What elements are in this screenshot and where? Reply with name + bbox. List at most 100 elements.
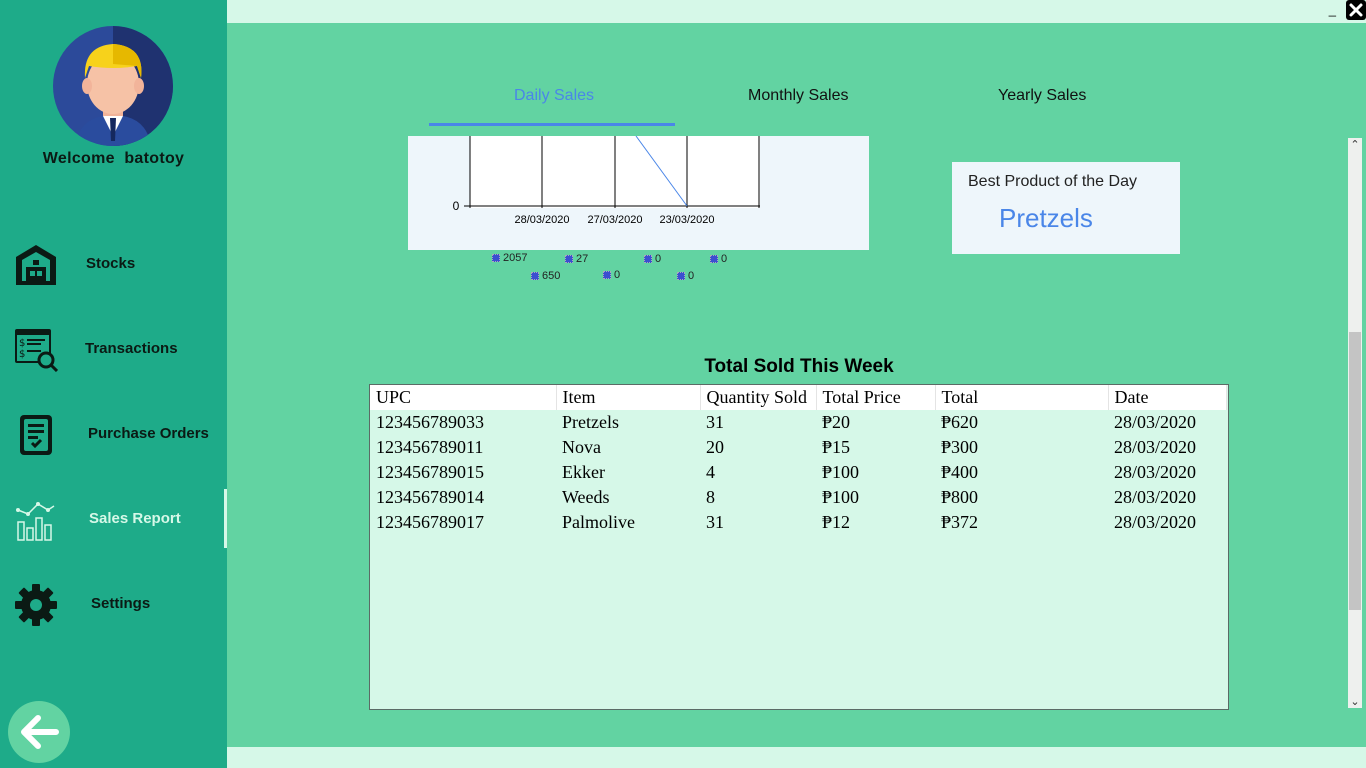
receipt-search-icon: $ $ — [15, 329, 58, 372]
tab-yearly-sales[interactable]: Yearly Sales — [998, 87, 1086, 105]
legend-item: 0 — [644, 253, 661, 265]
chart-plot: 0 28/03/2020 27/03/2020 23/03/2020 — [453, 135, 760, 226]
sidebar-item-label: Transactions — [85, 340, 178, 357]
legend-swatch — [531, 272, 539, 281]
minimize-button[interactable]: _ — [1329, 2, 1336, 17]
legend-swatch — [644, 255, 652, 264]
cell-date: 28/03/2020 — [1114, 512, 1197, 532]
column-header-quantity-sold[interactable]: Quantity Sold — [700, 385, 817, 410]
gear-icon — [15, 584, 57, 626]
cell-item: Pretzels — [562, 412, 619, 432]
arrow-left-icon — [21, 715, 59, 749]
vertical-scrollbar[interactable]: ⌃ ⌄ — [1348, 138, 1362, 708]
sidebar-item-label: Purchase Orders — [88, 425, 209, 442]
warehouse-icon — [16, 245, 56, 285]
scroll-down-icon[interactable]: ⌄ — [1348, 695, 1362, 708]
cell-price: ₱100 — [822, 462, 860, 482]
user-avatar-icon — [75, 26, 173, 146]
tab-daily-sales[interactable]: Daily Sales — [514, 87, 594, 105]
status-bar — [227, 747, 1366, 768]
legend-swatch — [565, 255, 573, 264]
welcome-text: Welcome batotoy — [0, 150, 227, 168]
sidebar: Welcome batotoy Stocks $ $ Transactions — [0, 0, 227, 768]
column-header-upc[interactable]: UPC — [370, 385, 557, 410]
sidebar-item-label: Sales Report — [89, 510, 181, 527]
x-tick-label: 27/03/2020 — [587, 214, 642, 226]
y-tick-label: 0 — [453, 199, 460, 213]
legend-swatch — [603, 271, 611, 280]
cell-quantity: 8 — [706, 487, 715, 507]
avatar — [53, 26, 173, 146]
x-tick-label: 28/03/2020 — [514, 214, 569, 226]
sidebar-item-label: Settings — [91, 595, 151, 612]
cell-date: 28/03/2020 — [1114, 487, 1197, 507]
sidebar-item-sales-report[interactable]: Sales Report — [0, 484, 227, 554]
legend-label: 0 — [721, 253, 728, 265]
daily-sales-chart: 0 28/03/2020 27/03/2020 23/03/2020 — [408, 135, 869, 250]
table-header-row: UPC Item Quantity Sold Total Price Total… — [370, 385, 1227, 410]
legend-swatch — [492, 254, 500, 263]
column-header-total[interactable]: Total — [935, 385, 1109, 410]
title-bar: _ — [227, 0, 1366, 23]
best-product-value: Pretzels — [999, 203, 1093, 233]
tab-monthly-sales[interactable]: Monthly Sales — [748, 87, 849, 105]
legend-swatch — [710, 255, 718, 264]
cell-price: ₱12 — [822, 512, 851, 532]
cell-item: Palmolive — [562, 512, 635, 532]
legend-label: 0 — [655, 253, 662, 265]
legend-item: 2057 — [492, 252, 527, 264]
cell-upc: 123456789017 — [376, 512, 484, 532]
cell-upc: 123456789011 — [376, 437, 484, 457]
table-row[interactable]: 123456789033 Pretzels 31 ₱20 ₱620 28/03/… — [370, 410, 1226, 435]
back-button[interactable] — [8, 701, 70, 763]
cell-upc: 123456789033 — [376, 412, 484, 432]
sidebar-item-label: Stocks — [86, 255, 136, 272]
cell-item: Nova — [562, 437, 601, 457]
cell-total: ₱400 — [941, 462, 979, 482]
cell-quantity: 31 — [706, 412, 724, 432]
cell-item: Weeds — [562, 487, 610, 507]
cell-price: ₱15 — [822, 437, 851, 457]
legend-item: 650 — [531, 270, 560, 282]
table-row[interactable]: 123456789015 Ekker 4 ₱100 ₱400 28/03/202… — [370, 460, 1226, 485]
column-header-total-price[interactable]: Total Price — [816, 385, 936, 410]
column-header-item[interactable]: Item — [556, 385, 701, 410]
table-row[interactable]: 123456789017 Palmolive 31 ₱12 ₱372 28/03… — [370, 510, 1226, 535]
table-title: Total Sold This Week — [704, 356, 894, 377]
cell-item: Ekker — [562, 462, 605, 482]
sales-table-grid: UPC Item Quantity Sold Total Price Total… — [370, 385, 1227, 535]
legend-label: 0 — [688, 270, 695, 282]
welcome-prefix: Welcome — [42, 150, 115, 167]
clipboard-check-icon — [20, 415, 52, 455]
legend-label: 650 — [542, 270, 561, 282]
scrollbar-thumb[interactable] — [1349, 332, 1361, 610]
main-panel: Daily Sales Monthly Sales Yearly Sales 0… — [227, 23, 1366, 747]
sidebar-item-stocks[interactable]: Stocks — [0, 229, 227, 299]
x-tick-label: 23/03/2020 — [659, 214, 714, 226]
cell-quantity: 4 — [706, 462, 715, 482]
cell-price: ₱20 — [822, 412, 851, 432]
legend-item: 0 — [710, 253, 727, 265]
cell-total: ₱800 — [941, 487, 979, 507]
cell-total: ₱300 — [941, 437, 979, 457]
bar-line-chart-icon — [16, 502, 55, 541]
legend-item: 0 — [677, 270, 694, 282]
sidebar-item-settings[interactable]: Settings — [0, 569, 227, 639]
sidebar-item-transactions[interactable]: $ $ Transactions — [0, 314, 227, 384]
cell-date: 28/03/2020 — [1114, 412, 1197, 432]
sidebar-item-purchase-orders[interactable]: Purchase Orders — [0, 399, 227, 469]
close-button[interactable] — [1346, 0, 1366, 20]
cell-upc: 123456789015 — [376, 462, 484, 482]
username: batotoy — [124, 150, 185, 167]
sales-table[interactable]: UPC Item Quantity Sold Total Price Total… — [369, 384, 1229, 710]
svg-text:$: $ — [19, 349, 25, 360]
table-row[interactable]: 123456789011 Nova 20 ₱15 ₱300 28/03/2020 — [370, 435, 1226, 460]
cell-date: 28/03/2020 — [1114, 437, 1197, 457]
scroll-up-icon[interactable]: ⌃ — [1348, 138, 1362, 151]
best-product-card: Best Product of the Day Pretzels — [952, 162, 1180, 254]
table-row[interactable]: 123456789014 Weeds 8 ₱100 ₱800 28/03/202… — [370, 485, 1226, 510]
cell-total: ₱620 — [941, 412, 979, 432]
column-header-date[interactable]: Date — [1108, 385, 1227, 410]
legend-label: 27 — [576, 253, 589, 265]
cell-quantity: 31 — [706, 512, 724, 532]
